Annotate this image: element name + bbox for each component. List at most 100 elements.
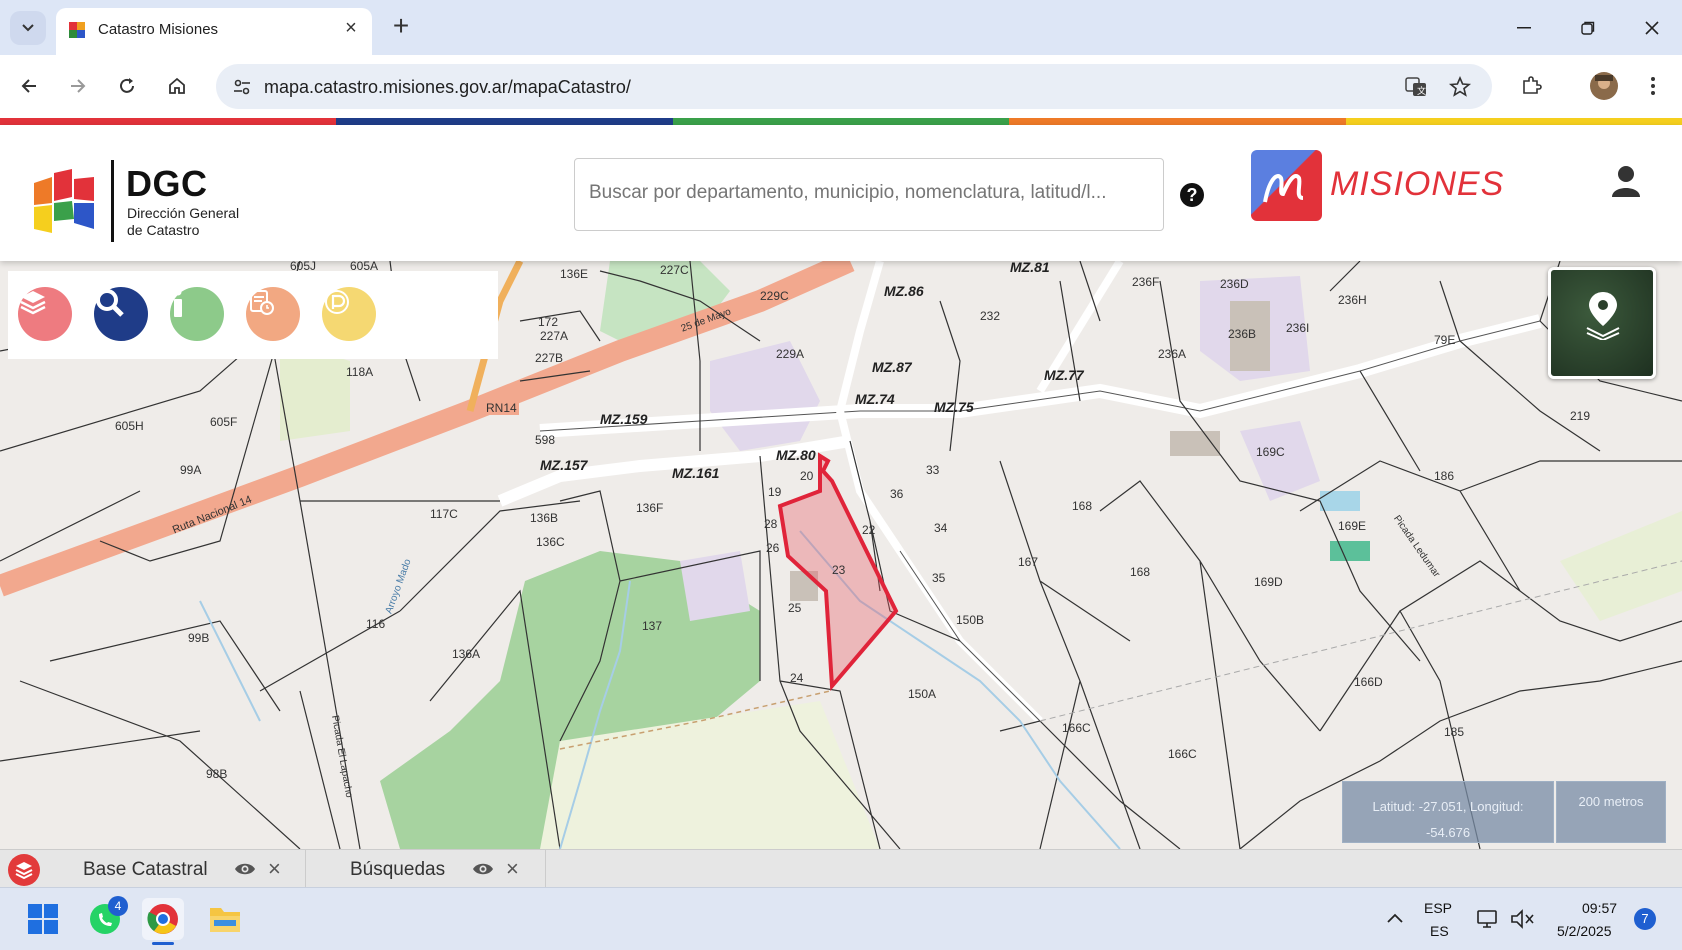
map-label: 118A [346,365,374,379]
clock-time[interactable]: 09:57 [1582,900,1617,916]
chevron-up-icon[interactable] [1386,912,1404,924]
reload-button[interactable] [110,69,144,103]
browser-tab-strip: Catastro Misiones × + [0,0,1682,55]
home-button[interactable] [160,69,194,103]
dgc-logo-icon [34,169,94,233]
arrow-right-icon [71,79,86,93]
help-icon[interactable]: ? [1180,183,1204,207]
map-label: 25 [788,601,802,615]
layer-tab-busquedas[interactable]: Búsquedas × [306,850,546,888]
map-label: 99A [180,463,202,477]
eye-icon[interactable] [472,861,494,877]
map-label: 22 [862,523,876,537]
map-label: 34 [934,521,948,535]
map-label: 236A [1158,347,1187,361]
logo-subtitle: Dirección General [127,205,240,221]
eye-icon[interactable] [234,861,256,877]
keyboard-layout[interactable]: ES [1430,923,1449,939]
map-label: 136F [636,501,664,515]
map-label: 19 [768,485,782,499]
map-label: 117C [430,507,458,521]
close-icon[interactable]: × [506,856,519,882]
map-label: 136B [530,511,559,525]
map-label: MZ.157 [540,457,588,473]
restore-button[interactable] [1566,10,1610,46]
info-icon [174,288,182,317]
map-label: 236B [1228,327,1257,341]
close-window-button[interactable] [1630,10,1674,46]
map-label: 219 [1570,409,1591,423]
search-input[interactable] [589,182,1149,204]
user-account-icon[interactable] [1611,165,1641,197]
map-label: 605H [115,419,144,433]
search-tool-button[interactable] [94,287,148,341]
map-label: 150B [956,613,985,627]
map-label: 136C [536,535,565,549]
browser-toolbar: mapa.catastro.misiones.gov.ar/mapaCatast… [0,55,1682,118]
site-settings-icon[interactable] [232,77,252,97]
map-label: 137 [642,619,663,633]
map-tools-panel [8,271,498,359]
start-button[interactable] [22,898,64,940]
clock-date[interactable]: 5/2/2025 [1557,923,1612,939]
map-label: 227C [660,263,689,277]
minimize-button[interactable] [1502,10,1546,46]
scale-bar: 200 metros [1556,781,1666,843]
address-bar[interactable]: mapa.catastro.misiones.gov.ar/mapaCatast… [216,64,1492,109]
layers-tool-button[interactable] [18,287,72,341]
search-box[interactable] [574,158,1164,231]
map-label: 227A [540,329,569,343]
map-label: 36 [890,487,904,501]
coordinates-readout: Latitud: -27.051, Longitud: -54.676 [1342,781,1554,843]
bookmark-star-icon[interactable] [1448,75,1472,99]
layer-tabs-bar: Base Catastral × Búsquedas × [0,849,1682,888]
chrome-taskbar-button[interactable] [142,898,184,945]
map-label: 229C [760,289,789,303]
map-label: 23 [832,563,846,577]
map-label: 166D [1354,675,1383,689]
back-button[interactable] [12,69,46,103]
folder-icon [210,908,240,932]
map-label: 116 [366,617,386,631]
browser-tab-active[interactable]: Catastro Misiones × [56,8,372,55]
map-label: 236H [1338,293,1367,307]
map-label: 169E [1338,519,1367,533]
tab-close-icon[interactable]: × [340,17,362,39]
map-label: 24 [790,671,804,685]
whatsapp-unread-badge: 4 [108,896,128,916]
url-text: mapa.catastro.misiones.gov.ar/mapaCatast… [264,77,631,97]
new-tab-button[interactable]: + [386,12,416,42]
map-label: 227B [535,351,564,365]
cadastral-map[interactable]: 605J 605A 136E 227C MZ.81 236F 236D 236H… [0,261,1682,849]
notification-badge[interactable]: 7 [1634,908,1656,930]
tab-search-button[interactable] [10,11,46,45]
history-tool-button[interactable] [246,287,300,341]
browser-menu-button[interactable] [1636,69,1670,103]
layers-toggle-button[interactable] [8,854,40,886]
close-icon[interactable]: × [268,856,281,882]
logo-divider [111,160,114,242]
whatsapp-taskbar-button[interactable]: 4 [84,896,128,940]
volume-muted-icon[interactable] [1510,908,1536,930]
file-explorer-taskbar-button[interactable] [204,898,246,940]
translate-icon[interactable]: 文 [1404,75,1428,99]
close-icon [1645,21,1659,35]
input-language[interactable]: ESP [1424,900,1452,916]
tab-title: Catastro Misiones [98,21,219,38]
map-label: 169C [1256,445,1285,459]
forward-button[interactable] [61,69,95,103]
logo-title: DGC [126,163,208,204]
map-label: MZ.80 [776,447,816,463]
map-label: 26 [766,541,780,555]
layer-tab-base-catastral[interactable]: Base Catastral × [56,850,306,888]
info-tool-button[interactable] [170,287,224,341]
profile-avatar[interactable] [1587,69,1621,103]
extensions-button[interactable] [1514,69,1548,103]
map-label: MZ.75 [934,399,974,415]
network-icon[interactable] [1476,908,1500,930]
windows-start-icon [28,904,58,934]
map-label: 136A [452,647,481,661]
basemap-switcher-button[interactable] [1548,267,1656,379]
map-label: 186 [1434,469,1455,483]
measure-tool-button[interactable] [322,287,376,341]
